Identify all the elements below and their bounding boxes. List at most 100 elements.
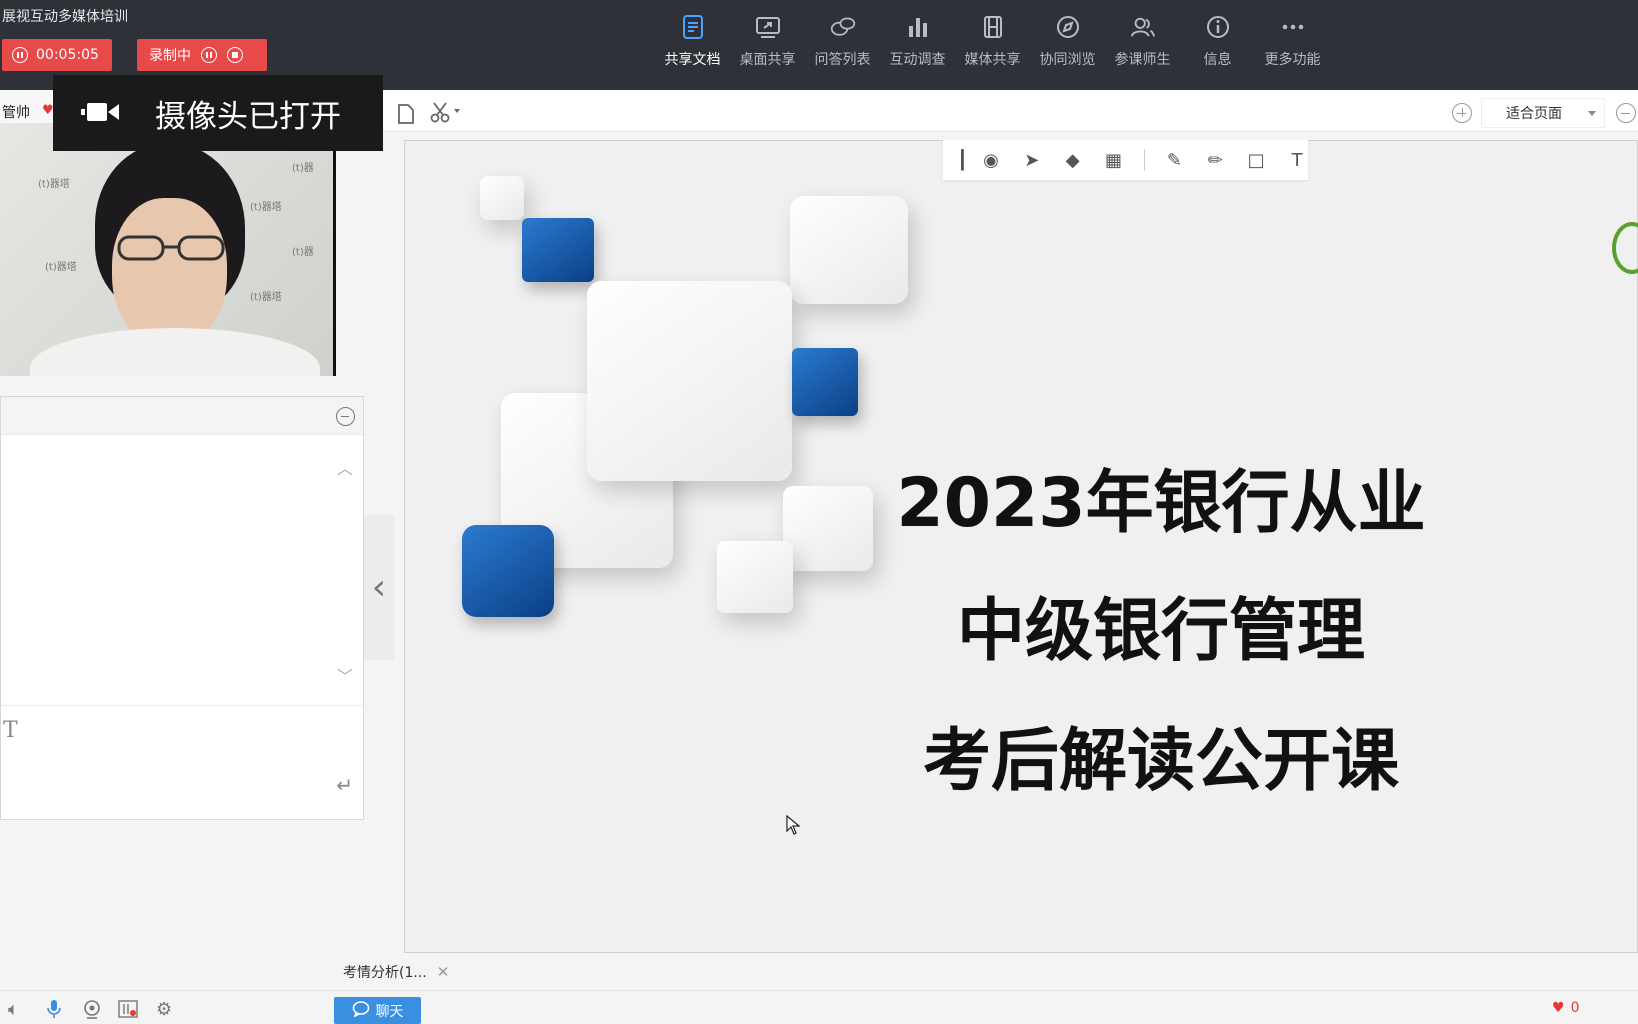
nav-qa-list[interactable]: 问答列表 [805,14,880,76]
scissors-icon[interactable] [430,101,462,128]
text-tool-icon[interactable]: T [1286,150,1308,171]
scroll-up-icon[interactable]: ︿ [337,455,353,479]
close-icon[interactable]: ✕ [437,963,450,981]
decor-square-blue [522,218,594,282]
equalizer-icon[interactable] [118,999,138,1024]
document-icon [680,14,706,40]
annotation-toolbar: ┃ ◉ ➤ ◆ ▦ ✎ ✏ □ T [943,140,1308,180]
users-icon [1130,14,1156,40]
rectangle-icon[interactable]: □ [1245,150,1267,171]
video-watermark: (t)器 [292,163,314,174]
page-icon[interactable] [398,104,414,129]
slide-title-line-3: 考后解读公开课 [922,722,1399,801]
teacher-video[interactable]: (t)器塔 (t)器塔 (t)器 (t)器塔 (t)器 (t)器塔 [0,123,336,376]
nav-label: 媒体共享 [964,52,1021,68]
mouse-cursor-icon [786,814,801,840]
heart-icon: ♥ [42,103,54,118]
record-icon[interactable]: ◉ [980,150,1002,171]
slide-title-line-1: 2023年银行从业 [896,464,1426,543]
enter-icon[interactable]: ↵ [336,773,353,797]
more-icon [1280,14,1306,40]
chevron-down-icon [1588,111,1596,116]
recording-timer-button[interactable]: 00:05:05 [2,39,112,71]
document-tab-label: 考情分析(1... [343,965,427,981]
left-panel-footer [0,820,340,980]
recording-timer: 00:05:05 [36,47,99,63]
chat-input[interactable]: T ↵ [1,705,363,819]
camera-notice-text: 摄像头已打开 [155,98,341,135]
recording-status-button[interactable]: 录制中 [137,39,267,71]
decor-square-blue [792,348,858,416]
film-icon [980,14,1006,40]
clear-icon[interactable]: ▦ [1103,150,1125,171]
nav-more[interactable]: 更多功能 [1255,14,1330,76]
nav-shared-document[interactable]: 共享文档 [655,14,730,76]
chat-panel: ︿ ﹀ T ↵ [0,396,364,820]
nav-label: 桌面共享 [739,52,796,68]
chat-button[interactable]: 聊天 [334,997,421,1024]
heart-icon: ♥ [1552,1000,1565,1016]
slide-title-line-2: 中级银行管理 [956,592,1365,671]
pause-icon [12,47,28,63]
microphone-icon[interactable] [46,999,62,1024]
nav-label: 参课师生 [1114,52,1171,68]
recording-label: 录制中 [149,48,191,64]
document-toolbar [383,90,1638,132]
nav-label: 互动调查 [889,52,946,68]
nav-label: 更多功能 [1264,52,1321,68]
scroll-down-icon[interactable]: ﹀ [337,663,353,687]
nav-media-share[interactable]: 媒体共享 [955,14,1030,76]
bottom-bar [0,990,1638,1024]
webcam-icon[interactable] [82,999,102,1024]
info-icon [1205,14,1231,40]
video-watermark: (t)器塔 [38,179,70,190]
slide-canvas[interactable] [404,140,1638,953]
compass-icon [1055,14,1081,40]
teacher-name: 管帅 [2,105,30,121]
eraser-icon[interactable]: ◆ [1062,150,1084,171]
pointer-icon[interactable]: ➤ [1021,150,1043,171]
camera-notice: 摄像头已打开 [53,75,383,151]
zoom-select-value: 适合页面 [1506,106,1562,122]
speaker-icon[interactable]: 🔈︎ [8,999,19,1020]
nav-label: 共享文档 [664,52,721,68]
drag-handle-icon[interactable]: ┃ [957,150,968,171]
document-tab[interactable]: 考情分析(1... ✕ [340,958,449,986]
zoom-in-icon[interactable] [1452,103,1472,123]
highlighter-icon[interactable]: ✎ [1164,150,1186,171]
like-counter[interactable]: ♥ 0 [1552,1000,1579,1016]
stop-recording-icon[interactable] [227,47,243,63]
like-count: 0 [1570,1000,1580,1016]
main-nav: 共享文档 桌面共享 问答列表 互动调查 媒体共享 协同浏览 参课师生 信息 更多… [655,14,1330,76]
settings-icon[interactable]: ⚙ [156,999,172,1020]
desktop-share-icon [755,14,781,40]
pen-icon[interactable]: ✏ [1204,150,1226,171]
chat-button-label: 聊天 [375,1003,404,1020]
collapse-panel-handle[interactable]: ‹ [364,515,394,660]
person-face [112,198,227,348]
nav-info[interactable]: 信息 [1180,14,1255,76]
zoom-select[interactable]: 适合页面 [1481,98,1605,128]
chat-panel-header [1,397,363,435]
qa-icon [830,14,856,40]
text-format-icon[interactable]: T [3,718,18,743]
nav-label: 信息 [1203,52,1232,68]
decor-square [480,176,524,220]
zoom-out-icon[interactable] [1616,103,1636,123]
person-shirt [30,328,320,376]
video-watermark: (t)器 [292,247,314,258]
pause-recording-icon[interactable] [201,47,217,63]
decor-square [790,196,908,304]
video-watermark: (t)器塔 [45,262,77,273]
nav-desktop-share[interactable]: 桌面共享 [730,14,805,76]
video-watermark: (t)器塔 [250,292,282,303]
nav-label: 协同浏览 [1039,52,1096,68]
glasses-icon [117,235,225,261]
nav-survey[interactable]: 互动调查 [880,14,955,76]
minimize-icon[interactable] [336,407,355,426]
chat-bubble-icon [352,1000,370,1021]
nav-co-browse[interactable]: 协同浏览 [1030,14,1105,76]
bar-chart-icon [905,14,931,40]
nav-label: 问答列表 [814,52,871,68]
nav-participants[interactable]: 参课师生 [1105,14,1180,76]
